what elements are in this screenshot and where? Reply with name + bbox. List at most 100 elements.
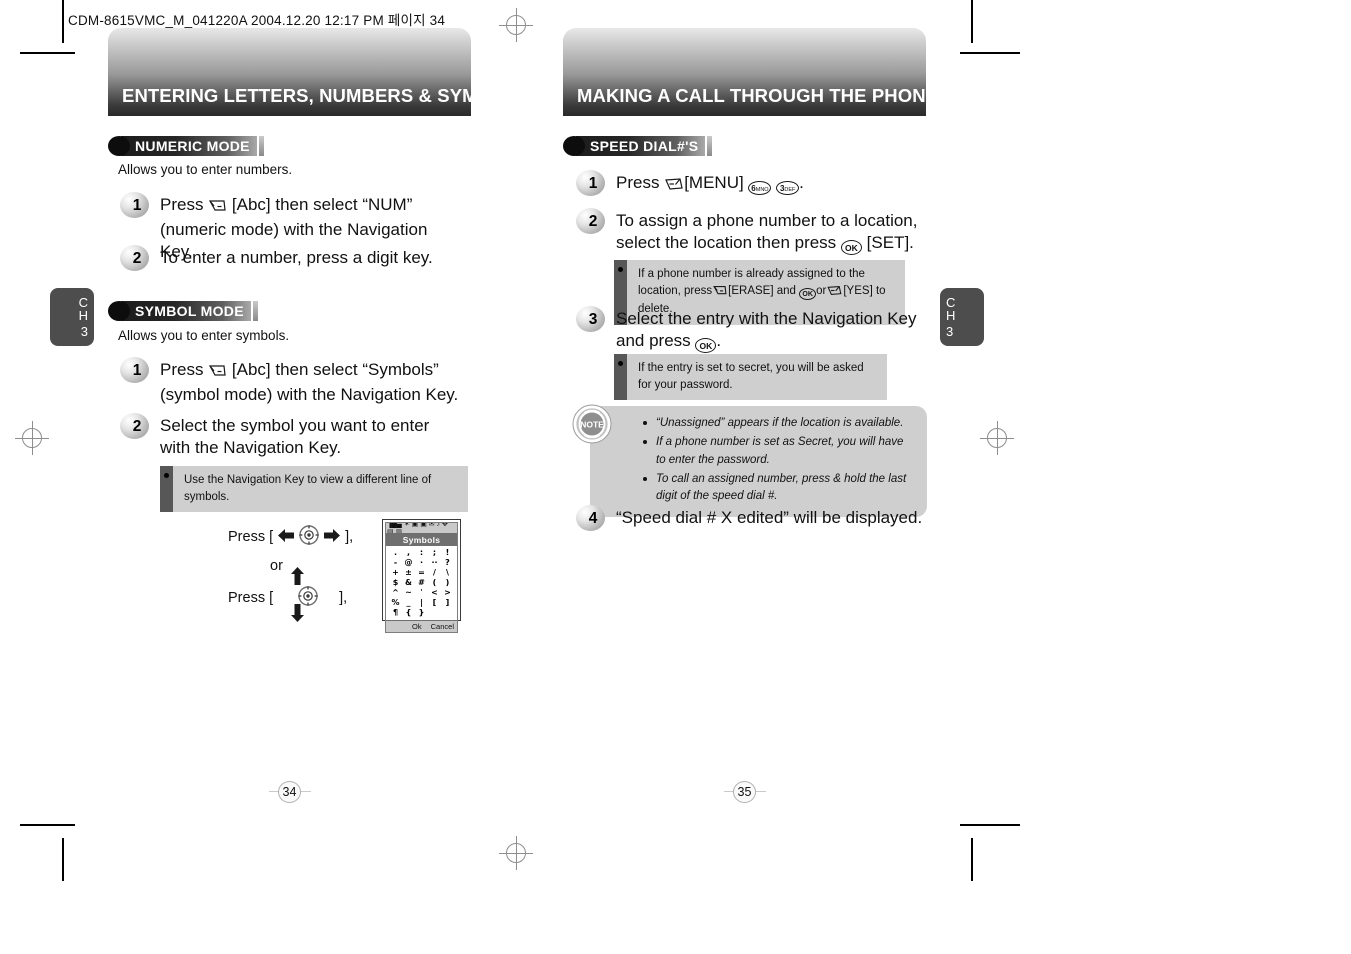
press-prefix: Press [ <box>228 590 274 606</box>
symbol-cell[interactable]: ! <box>441 548 454 558</box>
symbol-cell[interactable]: > <box>441 588 454 598</box>
symbol-cell[interactable]: : <box>415 548 428 558</box>
symbol-cell[interactable]: \ <box>441 568 454 578</box>
step-number-badge: 2 <box>120 413 151 440</box>
symbol-cell[interactable]: · <box>415 558 428 568</box>
arrow-left-icon <box>277 527 295 548</box>
symbol-cell[interactable]: | <box>415 598 428 608</box>
registration-mark-top <box>499 8 533 42</box>
chapter-tab-left: C H 3 <box>50 288 94 346</box>
symbol-cell[interactable]: ; <box>428 548 441 558</box>
note-block: “Unassigned” appears if the location is … <box>572 400 927 518</box>
section-label-numeric-mode: NUMERIC MODE <box>108 135 264 156</box>
symbol-cell[interactable]: ·· <box>428 558 441 568</box>
speed-dial-tip-2: If the entry is set to secret, you will … <box>614 354 887 401</box>
note-item: If a phone number is set as Secret, you … <box>642 434 913 469</box>
chapter-number: 3 <box>80 324 88 339</box>
step-trailing: . <box>716 330 722 350</box>
symbol-cell[interactable]: ? <box>441 558 454 568</box>
send-key-icon <box>664 175 684 197</box>
softkey-cancel[interactable]: Cancel <box>431 622 454 631</box>
symbol-cell[interactable]: ) <box>441 578 454 588</box>
chapter-letter-h: H <box>78 308 88 323</box>
symbol-cell[interactable]: [ <box>428 598 441 608</box>
symbol-cell[interactable]: ± <box>402 568 415 578</box>
symbol-cell[interactable]: { <box>402 608 415 618</box>
symbol-grid: . , : ; ! - @ · ·· ? + ± = / \ $ & # ()… <box>386 546 457 620</box>
symbol-cell[interactable]: = <box>415 568 428 578</box>
symbol-cell[interactable]: @ <box>402 558 415 568</box>
chapter-label: C H <box>79 296 88 322</box>
symbol-cell[interactable]: ] <box>441 598 454 608</box>
symbol-cell[interactable]: - <box>389 558 402 568</box>
symbol-cell[interactable]: & <box>402 578 415 588</box>
page-number-left: 34 <box>269 781 311 803</box>
press-instruction-horizontal: Press [ ], <box>228 524 353 550</box>
section-label-text: SYMBOL MODE <box>121 300 251 321</box>
symbol-cell[interactable]: ~ <box>402 588 415 598</box>
tip-line-1: If a phone number is already assigned to… <box>638 268 865 280</box>
section-bullet-icon <box>563 135 585 156</box>
phone-softkey-bar: Ok Cancel <box>386 620 457 632</box>
send-key-icon <box>826 285 843 302</box>
note-box: “Unassigned” appears if the location is … <box>590 406 927 518</box>
left-page-banner: ENTERING LETTERS, NUMBERS & SYMBOLS <box>108 28 471 116</box>
section-label-cap <box>252 300 258 321</box>
ok-key-label: OK <box>845 242 858 253</box>
page-number-value: 34 <box>278 781 301 803</box>
tip-text: Use the Navigation Key to view a differe… <box>173 466 468 513</box>
right-page-banner: MAKING A CALL THROUGH THE PHONEBOOK <box>563 28 926 116</box>
step-number-badge: 2 <box>576 208 607 235</box>
symbol-cell[interactable]: } <box>415 608 428 618</box>
ok-key-icon: OK <box>799 287 817 300</box>
section-label-speed-dial: SPEED DIAL#'S <box>563 135 713 156</box>
step-number-badge: 4 <box>576 505 607 532</box>
svg-text:NOTE: NOTE <box>580 420 604 430</box>
symbol-cell[interactable]: ˈ <box>415 588 428 598</box>
step-number-badge: 1 <box>120 357 151 384</box>
chapter-number: 3 <box>946 324 954 339</box>
crop-mark-top-right-vertical <box>971 0 973 43</box>
section-label-cap <box>707 135 713 156</box>
symbol-cell[interactable]: / <box>428 568 441 578</box>
arrow-right-icon <box>323 527 341 548</box>
ok-key-label: OK <box>699 340 713 351</box>
symbol-cell[interactable] <box>428 608 441 618</box>
symbol-row: $ & # ( ) <box>389 578 454 588</box>
phone-screen-mockup: ▐█▄ ✶ ▣ ▣ ✉ ♪ ✥ ▤ ▥ Symbols . , : ; ! - … <box>382 519 461 633</box>
symbol-cell[interactable]: < <box>428 588 441 598</box>
step-trailing: . <box>799 173 804 192</box>
film-header-text: CDM-8615VMC_M_041220A 2004.12.20 12:17 P… <box>68 13 446 28</box>
phone-status-bar: ▐█▄ ✶ ▣ ▣ ✉ ♪ ✥ ▤ ▥ <box>386 523 457 534</box>
note-item: “Unassigned” appears if the location is … <box>642 415 913 432</box>
symbol-cell[interactable]: % <box>389 598 402 608</box>
registration-mark-right <box>980 421 1014 455</box>
symbol-cell[interactable]: , <box>402 548 415 558</box>
speed-dial-step-3: 3 Select the entry with the Navigation K… <box>576 306 926 353</box>
symbol-cell[interactable]: ¶ <box>389 608 402 618</box>
chapter-letter-h: H <box>946 308 956 323</box>
softkey-ok[interactable]: Ok <box>412 622 422 631</box>
step-text-before-key: Press <box>160 360 209 379</box>
note-badge-icon: NOTE <box>572 404 612 444</box>
phone-screen-title: Symbols <box>386 534 457 546</box>
symbol-row: - @ · ·· ? <box>389 558 454 568</box>
press-suffix: ], <box>345 529 354 545</box>
symbol-cell[interactable]: + <box>389 568 402 578</box>
symbol-cell[interactable]: _ <box>402 598 415 608</box>
symbol-cell[interactable]: ^ <box>389 588 402 598</box>
speed-dial-step-2: 2 To assign a phone number to a location… <box>576 208 938 255</box>
symbol-cell[interactable]: $ <box>389 578 402 588</box>
symbol-cell[interactable] <box>441 608 454 618</box>
navigation-key-icon <box>298 524 320 550</box>
step-text: Select the symbol you want to enter with… <box>160 416 430 457</box>
numeric-step-2: 2 To enter a number, press a digit key. <box>120 245 460 272</box>
step-text-before-key: Press <box>160 195 209 214</box>
symbol-cell[interactable]: ( <box>428 578 441 588</box>
speed-dial-step-4: 4 “Speed dial # X edited” will be displa… <box>576 505 926 532</box>
crop-mark-bottom-left-horizontal <box>20 824 75 826</box>
symbol-cell[interactable]: # <box>415 578 428 588</box>
set-label: [SET]. <box>866 232 914 252</box>
symbol-cell[interactable]: . <box>389 548 402 558</box>
step-text: To enter a number, press a digit key. <box>160 248 433 267</box>
